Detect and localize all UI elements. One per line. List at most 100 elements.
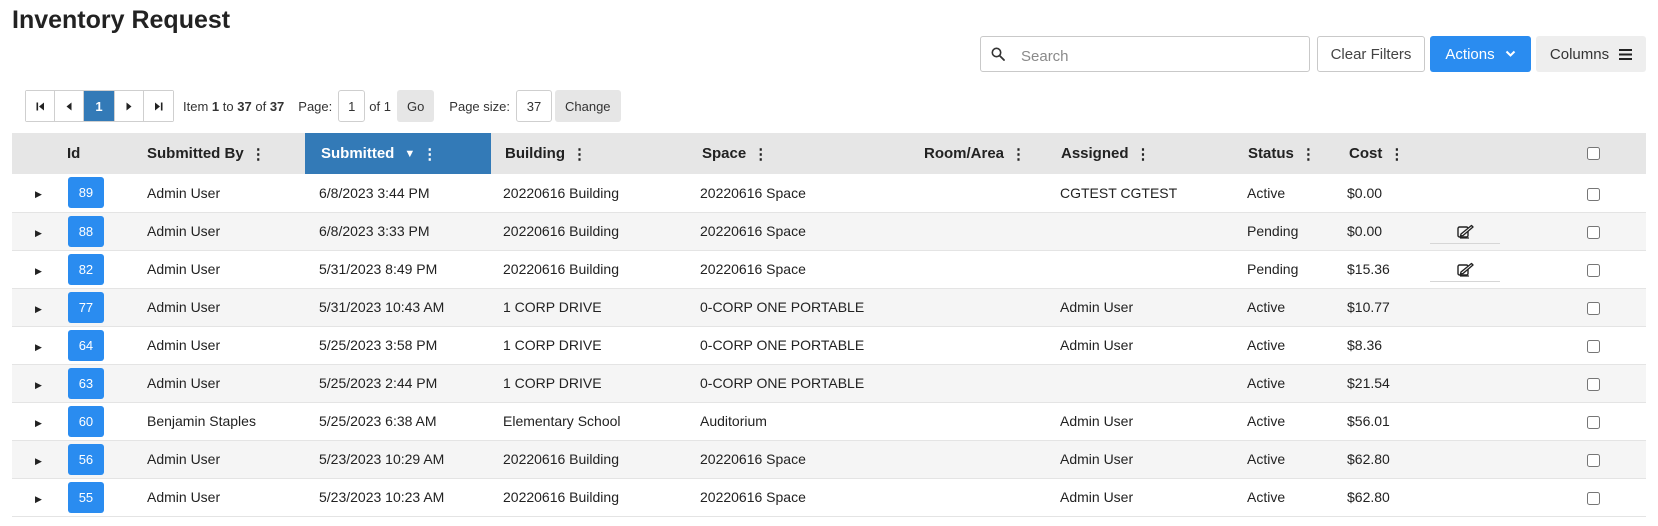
row-checkbox[interactable]: [1587, 301, 1600, 315]
column-header-room-area[interactable]: Room/Area ⋮: [911, 133, 1048, 174]
cell-building: 20220616 Building: [491, 440, 688, 479]
id-badge[interactable]: 64: [67, 329, 104, 361]
id-badge[interactable]: 56: [67, 443, 104, 475]
row-checkbox[interactable]: [1587, 263, 1600, 277]
row-checkbox[interactable]: [1587, 453, 1600, 467]
cell-room-area: [911, 326, 1048, 365]
column-header-submitted[interactable]: Submitted ▼ ⋮: [305, 133, 491, 174]
id-badge[interactable]: 89: [67, 177, 104, 209]
table-row[interactable]: ▶ 89 Admin User 6/8/2023 3:44 PM 20220616 Bu…: [12, 174, 1646, 213]
expand-row-icon[interactable]: ▶: [35, 266, 42, 277]
edit-button[interactable]: [1430, 224, 1500, 244]
row-checkbox[interactable]: [1587, 225, 1600, 239]
table-row[interactable]: ▶ 60 Benjamin Staples 5/25/2023 6:38 AM Elem…: [12, 402, 1646, 441]
table-row[interactable]: ▶ 77 Admin User 5/31/2023 10:43 AM 1 CORP DR…: [12, 288, 1646, 327]
columns-button[interactable]: Columns: [1536, 36, 1646, 72]
cell-submitted-by: Admin User: [147, 212, 305, 251]
table-row[interactable]: ▶ 82 Admin User 5/31/2023 8:49 PM 20220616 B…: [12, 250, 1646, 289]
expand-row-icon[interactable]: ▶: [35, 228, 42, 239]
expand-row-icon[interactable]: ▶: [35, 418, 42, 429]
cell-edit: [1430, 326, 1509, 365]
cell-cost: $62.80: [1337, 478, 1430, 517]
first-page-button[interactable]: [26, 91, 55, 121]
id-badge[interactable]: 82: [67, 253, 104, 285]
page-label: Page:: [298, 98, 333, 114]
expand-row-icon[interactable]: ▶: [35, 304, 42, 315]
id-badge[interactable]: 77: [67, 291, 104, 323]
column-header-status[interactable]: Status ⋮: [1235, 133, 1337, 174]
row-checkbox[interactable]: [1587, 187, 1600, 201]
cell-submitted-by: Admin User: [147, 326, 305, 365]
last-page-button[interactable]: [144, 91, 173, 121]
cell-edit: [1430, 212, 1509, 251]
cell-edit: [1430, 250, 1509, 289]
cell-space: 0-CORP ONE PORTABLE: [688, 364, 911, 403]
expand-row-icon[interactable]: ▶: [35, 380, 42, 391]
current-page-button[interactable]: 1: [84, 91, 115, 121]
cell-id: ▶ 89: [12, 174, 147, 213]
cell-id: ▶ 56: [12, 440, 147, 479]
table-row[interactable]: ▶ 56 Admin User 5/23/2023 10:29 AM 20220616 …: [12, 440, 1646, 479]
column-menu-icon[interactable]: ⋮: [753, 145, 768, 163]
table-row[interactable]: ▶ 63 Admin User 5/25/2023 2:44 PM 1 CORP DRI…: [12, 364, 1646, 403]
column-menu-icon[interactable]: ⋮: [251, 145, 266, 163]
cell-submitted-by: Admin User: [147, 478, 305, 517]
cell-cost: $15.36: [1337, 250, 1430, 289]
column-header-submitted-by[interactable]: Submitted By ⋮: [147, 133, 305, 174]
cell-assigned: Admin User: [1048, 478, 1235, 517]
cell-submitted: 5/31/2023 8:49 PM: [305, 250, 491, 289]
id-badge[interactable]: 55: [67, 481, 104, 513]
cell-id: ▶ 64: [12, 326, 147, 365]
row-checkbox[interactable]: [1587, 339, 1600, 353]
column-header-assigned[interactable]: Assigned ⋮: [1048, 133, 1235, 174]
row-checkbox[interactable]: [1587, 377, 1600, 391]
page-size-label: Page size:: [449, 98, 510, 114]
cell-cost: $21.54: [1337, 364, 1430, 403]
edit-icon: [1456, 224, 1474, 239]
expand-row-icon[interactable]: ▶: [35, 342, 42, 353]
column-header-building[interactable]: Building ⋮: [491, 133, 688, 174]
cell-space: 20220616 Space: [688, 478, 911, 517]
item-range-text: Item 1 to 37 of 37: [183, 98, 285, 114]
go-button[interactable]: Go: [396, 90, 435, 122]
id-badge[interactable]: 63: [67, 367, 104, 399]
id-badge[interactable]: 88: [67, 215, 104, 247]
expand-row-icon[interactable]: ▶: [35, 189, 42, 200]
cell-room-area: [911, 250, 1048, 289]
edit-button[interactable]: [1430, 262, 1500, 282]
page-size-input[interactable]: [516, 90, 552, 122]
column-menu-icon[interactable]: ⋮: [1136, 145, 1151, 163]
clear-filters-button[interactable]: Clear Filters: [1317, 36, 1425, 72]
column-header-cost[interactable]: Cost ⋮: [1337, 133, 1430, 174]
column-menu-icon[interactable]: ⋮: [1389, 145, 1404, 163]
id-badge[interactable]: 60: [67, 405, 104, 437]
column-menu-icon[interactable]: ⋮: [1011, 145, 1026, 163]
row-checkbox[interactable]: [1587, 491, 1600, 505]
cell-space: Auditorium: [688, 402, 911, 441]
cell-status: Active: [1235, 440, 1337, 479]
prev-page-button[interactable]: [55, 91, 84, 121]
actions-button[interactable]: Actions: [1430, 36, 1531, 72]
expand-row-icon[interactable]: ▶: [35, 494, 42, 505]
cell-assigned: Admin User: [1048, 440, 1235, 479]
change-button[interactable]: Change: [555, 90, 621, 122]
search-box[interactable]: [980, 36, 1310, 72]
column-header-space[interactable]: Space ⋮: [688, 133, 911, 174]
column-menu-icon[interactable]: ⋮: [572, 145, 587, 163]
page-title: Inventory Request: [12, 6, 231, 34]
page-input[interactable]: [338, 90, 366, 122]
column-header-id[interactable]: Id: [12, 133, 147, 174]
cell-select: [1509, 364, 1646, 403]
cell-building: 20220616 Building: [491, 174, 688, 213]
row-checkbox[interactable]: [1587, 415, 1600, 429]
search-input[interactable]: [1019, 45, 1303, 67]
expand-row-icon[interactable]: ▶: [35, 456, 42, 467]
table-row[interactable]: ▶ 88 Admin User 6/8/2023 3:33 PM 20220616 Bu…: [12, 212, 1646, 251]
column-menu-icon[interactable]: ⋮: [422, 145, 437, 163]
table-row[interactable]: ▶ 64 Admin User 5/25/2023 3:58 PM 1 CORP DRI…: [12, 326, 1646, 365]
column-menu-icon[interactable]: ⋮: [1301, 145, 1316, 163]
table-row[interactable]: ▶ 55 Admin User 5/23/2023 10:23 AM 20220616 …: [12, 478, 1646, 517]
select-all-checkbox[interactable]: [1587, 147, 1600, 160]
next-page-button[interactable]: [115, 91, 144, 121]
cell-cost: $62.80: [1337, 440, 1430, 479]
